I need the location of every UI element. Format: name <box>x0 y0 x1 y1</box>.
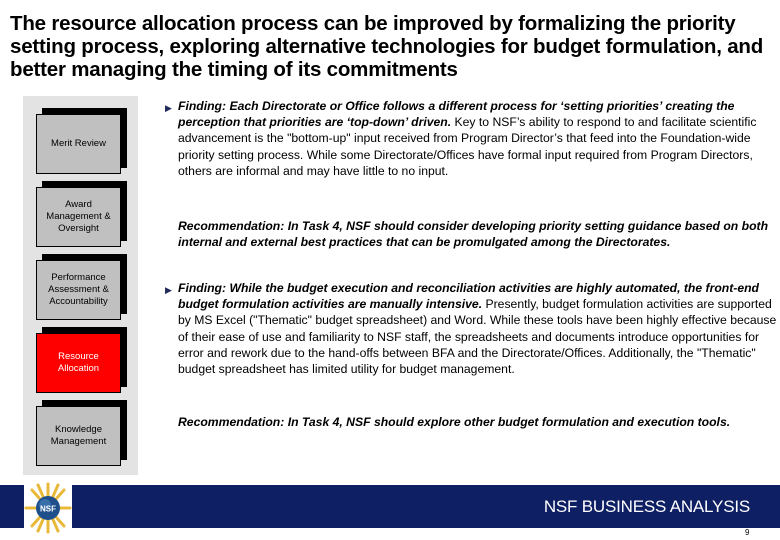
process-box-performance-assessment[interactable]: Performance Assessment & Accountability <box>36 254 127 320</box>
nsf-logo-text: NSF <box>40 505 56 514</box>
process-box-label[interactable]: Award Management & Oversight <box>36 187 121 247</box>
finding-1: Finding: Each Directorate or Office foll… <box>178 98 778 179</box>
process-box-knowledge-management[interactable]: Knowledge Management <box>36 400 127 466</box>
nsf-logo-icon: NSF <box>24 480 72 536</box>
process-box-resource-allocation[interactable]: Resource Allocation <box>36 327 127 393</box>
process-box-merit-review[interactable]: Merit Review <box>36 108 127 174</box>
process-box-label[interactable]: Merit Review <box>36 114 121 174</box>
banner-title: NSF BUSINESS ANALYSIS <box>543 497 750 516</box>
page-number: 9 <box>745 528 750 537</box>
triangle-right-icon: ▶ <box>165 103 172 113</box>
process-box-label[interactable]: Performance Assessment & Accountability <box>36 260 121 320</box>
triangle-right-icon: ▶ <box>165 285 172 295</box>
process-panel: Merit Review Award Management & Oversigh… <box>23 96 138 475</box>
slide-title: The resource allocation process can be i… <box>10 12 764 81</box>
process-box-award-management[interactable]: Award Management & Oversight <box>36 181 127 247</box>
finding-2: Finding: While the budget execution and … <box>178 280 778 377</box>
recommendation-1: Recommendation: In Task 4, NSF should co… <box>178 219 769 250</box>
process-box-label[interactable]: Resource Allocation <box>36 333 121 393</box>
process-box-label[interactable]: Knowledge Management <box>36 406 121 466</box>
recommendation-2: Recommendation: In Task 4, NSF should ex… <box>178 415 731 429</box>
